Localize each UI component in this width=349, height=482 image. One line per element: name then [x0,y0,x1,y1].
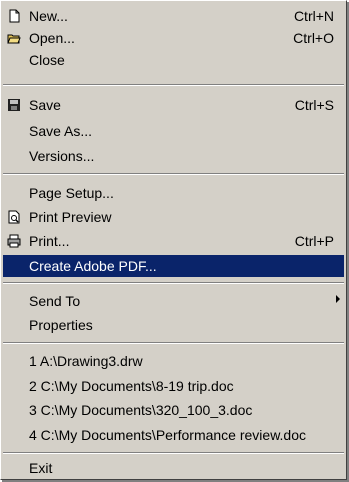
menu-item-label: 4 C:\My Documents\Performance review.doc [29,427,306,443]
menu-item-close[interactable]: Close [3,49,344,71]
menu-item-page-setup[interactable]: Page Setup... [3,182,344,204]
save-disk-icon [7,98,21,112]
menu-item-label: Save As... [29,123,93,139]
menu-item-label: Close [29,52,65,68]
menu-item-print[interactable]: Print... Ctrl+P [3,230,344,252]
menu-item-label: Properties [29,317,93,333]
menu-item-save-as[interactable]: Save As... [3,120,344,142]
menu-item-print-preview[interactable]: Print Preview [3,206,344,228]
menu-item-open[interactable]: Open... Ctrl+O [3,27,344,49]
menu-separator [3,452,344,454]
menu-item-new[interactable]: New... Ctrl+N [3,5,344,27]
menu-item-label: 3 C:\My Documents\320_100_3.doc [29,402,253,418]
menu-item-label: New... [29,8,68,24]
menu-item-properties[interactable]: Properties [3,314,344,336]
menu-item-versions[interactable]: Versions... [3,145,344,167]
menu-item-label: Exit [29,460,53,476]
menu-item-label: 1 A:\Drawing3.drw [29,353,143,369]
menu-separator [3,342,344,344]
menu-item-label: Print Preview [29,209,112,225]
print-preview-icon [7,210,21,224]
menu-item-exit[interactable]: Exit [3,457,344,479]
menu-item-label: Versions... [29,148,95,164]
menu-item-send-to[interactable]: Send To [3,290,344,312]
menu-item-save[interactable]: Save Ctrl+S [3,94,344,116]
open-folder-icon [7,31,21,45]
shortcut-label: Ctrl+S [294,97,334,113]
menu-item-label: Print... [29,233,70,249]
shortcut-label: Ctrl+N [293,8,334,24]
menu-item-label: Save [29,97,61,113]
menu-item-label: 2 C:\My Documents\8-19 trip.doc [29,378,234,394]
menu-item-recent-2[interactable]: 2 C:\My Documents\8-19 trip.doc [3,375,344,397]
submenu-arrow-icon [336,295,340,303]
menu-item-create-adobe-pdf[interactable]: Create Adobe PDF... [3,255,344,277]
menu-item-label: Open... [29,30,75,46]
menu-separator [3,173,344,175]
shortcut-label: Ctrl+O [293,30,334,46]
printer-icon [7,234,21,248]
new-document-icon [7,9,21,23]
shortcut-label: Ctrl+P [294,233,334,249]
menu-item-label: Create Adobe PDF... [29,258,157,274]
menu-separator [3,282,344,284]
menu-item-label: Page Setup... [29,185,114,201]
menu-separator [3,84,344,86]
file-menu: New... Ctrl+N Open... Ctrl+O Close Save … [0,0,347,480]
menu-item-label: Send To [29,293,81,309]
menu-item-recent-4[interactable]: 4 C:\My Documents\Performance review.doc [3,424,344,446]
menu-item-recent-1[interactable]: 1 A:\Drawing3.drw [3,350,344,372]
menu-item-recent-3[interactable]: 3 C:\My Documents\320_100_3.doc [3,399,344,421]
